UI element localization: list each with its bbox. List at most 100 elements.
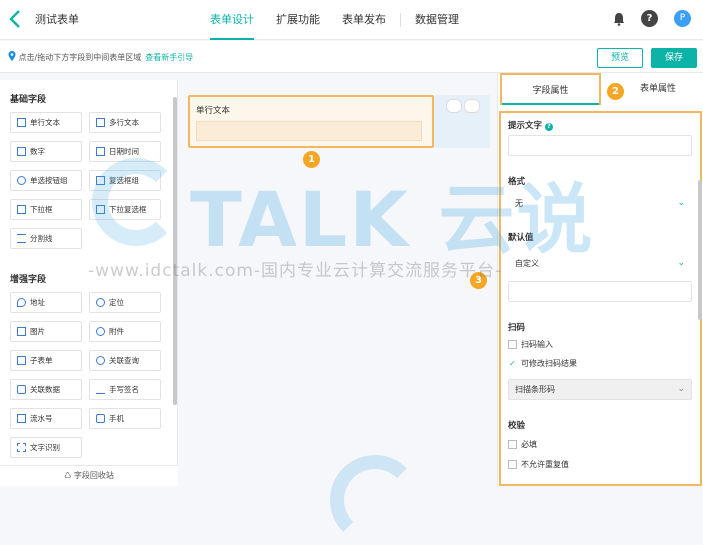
tab-form-properties[interactable]: 表单属性: [622, 73, 694, 105]
hint-label: 点击/拖动下方字段到中间表单区域: [18, 53, 142, 62]
checkbox[interactable]: [508, 340, 517, 349]
field-signature[interactable]: 手写签名: [89, 379, 161, 400]
checkbox[interactable]: [508, 460, 517, 469]
scan-editable-text: 可修改扫码结果: [521, 359, 577, 368]
field-attachment[interactable]: 附件: [89, 321, 161, 342]
field-label: 文字识别: [30, 443, 60, 452]
field-location[interactable]: 定位: [89, 292, 161, 313]
field-related-query[interactable]: 关联查询: [89, 350, 161, 371]
field-label: 关联数据: [30, 385, 60, 394]
scan-editable-option[interactable]: ✓ 可修改扫码结果: [508, 358, 577, 369]
field-label: 手机: [109, 414, 124, 423]
scan-type-select[interactable]: 扫描条形码 ⌄: [508, 379, 692, 400]
table-icon: [17, 356, 26, 365]
back-arrow-icon[interactable]: [6, 8, 26, 30]
pen-icon: [96, 385, 105, 394]
tab-divider: [400, 13, 401, 27]
enhanced-fields-title: 增强字段: [10, 275, 47, 285]
address-pin-icon: [17, 298, 26, 307]
field-address[interactable]: 地址: [10, 292, 82, 313]
canvas-field-input: [196, 121, 422, 141]
recycle-label: 字段回收站: [73, 471, 114, 480]
field-related-data[interactable]: 关联数据: [10, 379, 82, 400]
display-text-input[interactable]: [508, 135, 692, 156]
selected-field-card[interactable]: 单行文本: [188, 95, 434, 148]
display-text-label: 提示文字 ?: [508, 119, 553, 131]
field-label: 数字: [30, 147, 45, 156]
save-button[interactable]: 保存: [651, 48, 697, 68]
field-divider[interactable]: 分割线: [10, 228, 82, 249]
left-scrollbar[interactable]: [173, 97, 177, 405]
attachment-icon: [96, 327, 105, 336]
delete-icon[interactable]: [464, 99, 480, 113]
checkbox[interactable]: [508, 440, 517, 449]
recycle-bin-button[interactable]: ♺ 字段回收站: [0, 465, 178, 486]
chevron-down-icon: ⌄: [677, 198, 685, 208]
scan-label: 扫码: [508, 323, 526, 333]
form-canvas: 单行文本: [182, 88, 492, 486]
ocr-icon: [17, 443, 26, 452]
form-title[interactable]: 测试表单: [26, 8, 186, 30]
field-mobile[interactable]: 手机: [89, 408, 161, 429]
dropdown-icon: [17, 205, 26, 214]
field-label: 单选按钮组: [30, 176, 68, 185]
location-pin-icon: [8, 51, 16, 61]
radio-icon: [17, 176, 26, 185]
info-icon: ?: [544, 123, 553, 131]
watermark-arc: [330, 455, 420, 545]
annotation-badge-2: 2: [607, 83, 624, 100]
link-data-icon: [17, 385, 26, 394]
field-label: 手写签名: [109, 385, 139, 394]
text-field-icon: [17, 118, 26, 127]
tab-data-management[interactable]: 数据管理: [415, 0, 459, 40]
right-scrollbar[interactable]: [698, 180, 702, 320]
field-label: 多行文本: [109, 118, 139, 127]
tab-field-properties[interactable]: 字段属性: [500, 73, 601, 105]
watermark-logo-mark: [92, 158, 180, 246]
no-duplicate-option[interactable]: 不允许重复值: [508, 459, 569, 470]
field-single-line-text[interactable]: 单行文本: [10, 112, 82, 133]
help-icon[interactable]: ?: [641, 10, 658, 27]
required-text: 必填: [521, 440, 537, 449]
checkmark-icon[interactable]: ✓: [508, 359, 517, 368]
bell-icon[interactable]: [613, 12, 625, 26]
watermark-url: -www.idctalk.com-国内专业云计算交流服务平台-: [88, 261, 503, 281]
canvas-field-label: 单行文本: [196, 106, 231, 116]
properties-tabs: 字段属性 表单属性: [498, 73, 703, 105]
field-palette: 基础字段 单行文本 多行文本 数字 日期时间 单选按钮组 复选框组 下拉框 下拉…: [0, 80, 178, 486]
avatar[interactable]: P: [674, 10, 691, 27]
main-tabs: 表单设计 扩展功能 表单发布 数据管理: [210, 0, 481, 40]
field-ocr[interactable]: 文字识别: [10, 437, 82, 458]
field-radio-group[interactable]: 单选按钮组: [10, 170, 82, 191]
basic-fields-title: 基础字段: [10, 95, 47, 105]
top-bar: 测试表单 表单设计 扩展功能 表单发布 数据管理 ? P: [0, 0, 703, 40]
copy-icon[interactable]: [446, 99, 462, 113]
field-label: 定位: [109, 298, 124, 307]
default-value-input[interactable]: [508, 281, 692, 302]
phone-icon: [96, 414, 105, 423]
field-multi-line-text[interactable]: 多行文本: [89, 112, 161, 133]
image-icon: [17, 327, 26, 336]
hint-text: 点击/拖动下方字段到中间表单区域 查看新手引导: [8, 51, 193, 63]
field-number[interactable]: 数字: [10, 141, 82, 162]
tab-publish[interactable]: 表单发布: [342, 0, 386, 40]
field-serial-number[interactable]: 流水号: [10, 408, 82, 429]
field-image[interactable]: 图片: [10, 321, 82, 342]
field-subform[interactable]: 子表单: [10, 350, 82, 371]
number-icon: [17, 147, 26, 156]
tab-extensions[interactable]: 扩展功能: [276, 0, 320, 40]
field-label: 单行文本: [30, 118, 60, 127]
field-label: 关联查询: [109, 356, 139, 365]
field-label: 子表单: [30, 356, 53, 365]
field-dropdown[interactable]: 下拉框: [10, 199, 82, 220]
top-icons: ? P: [613, 10, 691, 27]
scan-input-option[interactable]: 扫码输入: [508, 339, 553, 350]
chevron-down-icon: ⌄: [677, 258, 685, 268]
verify-label: 校验: [508, 421, 526, 431]
tab-form-design[interactable]: 表单设计: [210, 0, 254, 40]
required-option[interactable]: 必填: [508, 439, 537, 450]
preview-button[interactable]: 预览: [597, 48, 643, 68]
display-text-label-text: 提示文字: [508, 121, 543, 131]
field-actions-area: [434, 95, 490, 148]
guide-link[interactable]: 查看新手引导: [145, 53, 193, 62]
